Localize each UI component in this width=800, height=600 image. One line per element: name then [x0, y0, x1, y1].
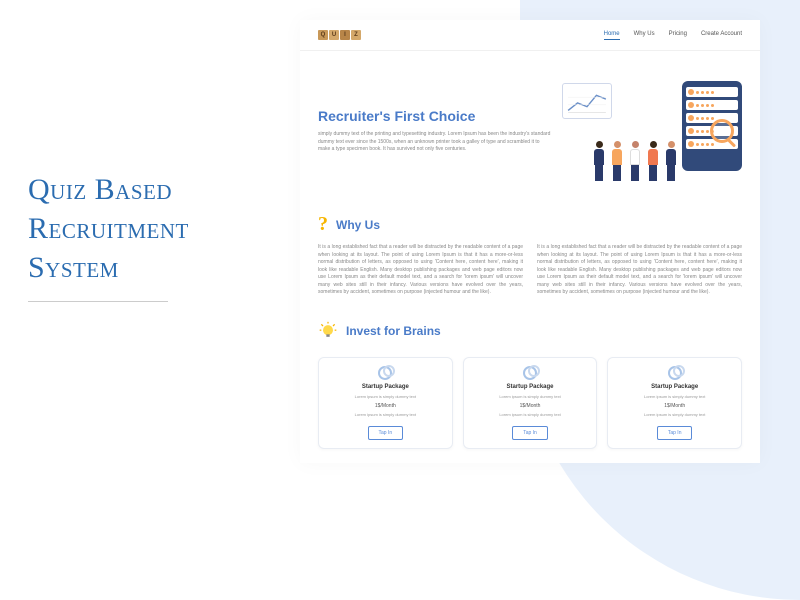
card-text: Lorem ipsum is simply dummy text — [614, 412, 735, 418]
magnifier-icon — [710, 119, 734, 143]
nav-links: Home Why Us Pricing Create Account — [604, 31, 742, 40]
people-icon — [592, 141, 678, 181]
card-text: Lorem ipsum is simply dummy text — [470, 412, 591, 418]
logo-letter: Q — [318, 30, 328, 40]
tap-in-button[interactable]: Tap In — [657, 426, 693, 440]
nav-home[interactable]: Home — [604, 31, 620, 40]
tap-in-button[interactable]: Tap In — [512, 426, 548, 440]
hero-text: Recruiter's First Choice simply dummy te… — [318, 108, 552, 153]
hero-section: Recruiter's First Choice simply dummy te… — [300, 51, 760, 201]
nav-pricing[interactable]: Pricing — [669, 31, 687, 40]
card-title: Startup Package — [470, 384, 591, 390]
package-icon — [523, 366, 537, 380]
card-title: Startup Package — [614, 384, 735, 390]
why-us-title: Why Us — [336, 218, 380, 232]
pricing-card: Startup Package Lorem ipsum is simply du… — [463, 357, 598, 449]
package-icon — [668, 366, 682, 380]
logo[interactable]: Q U I Z — [318, 30, 361, 40]
hero-title: Recruiter's First Choice — [318, 108, 552, 125]
question-icon: ? — [318, 213, 328, 236]
why-us-col2: It is a long established fact that a rea… — [537, 244, 742, 297]
why-us-section: ? Why Us It is a long established fact t… — [300, 201, 760, 309]
logo-letter: U — [329, 30, 339, 40]
logo-letter: I — [340, 30, 350, 40]
left-panel: Quiz Based Recruitment System — [28, 170, 258, 302]
hero-illustration — [562, 81, 742, 181]
card-text: Lorem ipsum is simply dummy text — [470, 394, 591, 400]
navbar: Q U I Z Home Why Us Pricing Create Accou… — [300, 20, 760, 51]
invest-section: Invest for Brains — [300, 309, 760, 353]
why-us-col1: It is a long established fact that a rea… — [318, 244, 523, 297]
bulb-icon — [318, 321, 338, 341]
pricing-cards: Startup Package Lorem ipsum is simply du… — [300, 353, 760, 463]
invest-title: Invest for Brains — [346, 324, 441, 338]
tap-in-button[interactable]: Tap In — [368, 426, 404, 440]
package-icon — [378, 366, 392, 380]
card-text: Lorem ipsum is simply dummy text — [325, 394, 446, 400]
logo-letter: Z — [351, 30, 361, 40]
card-price: 1$/Month — [325, 403, 446, 409]
card-title: Startup Package — [325, 384, 446, 390]
title-underline — [28, 301, 168, 302]
page-title: Quiz Based Recruitment System — [28, 170, 258, 287]
pricing-card: Startup Package Lorem ipsum is simply du… — [607, 357, 742, 449]
card-text: Lorem ipsum is simply dummy text — [325, 412, 446, 418]
card-price: 1$/Month — [614, 403, 735, 409]
chart-icon — [562, 83, 612, 119]
nav-create-account[interactable]: Create Account — [701, 31, 742, 40]
card-price: 1$/Month — [470, 403, 591, 409]
pricing-card: Startup Package Lorem ipsum is simply du… — [318, 357, 453, 449]
hero-body: simply dummy text of the printing and ty… — [318, 131, 552, 154]
nav-why-us[interactable]: Why Us — [634, 31, 655, 40]
website-preview: Q U I Z Home Why Us Pricing Create Accou… — [300, 20, 760, 463]
card-text: Lorem ipsum is simply dummy text — [614, 394, 735, 400]
